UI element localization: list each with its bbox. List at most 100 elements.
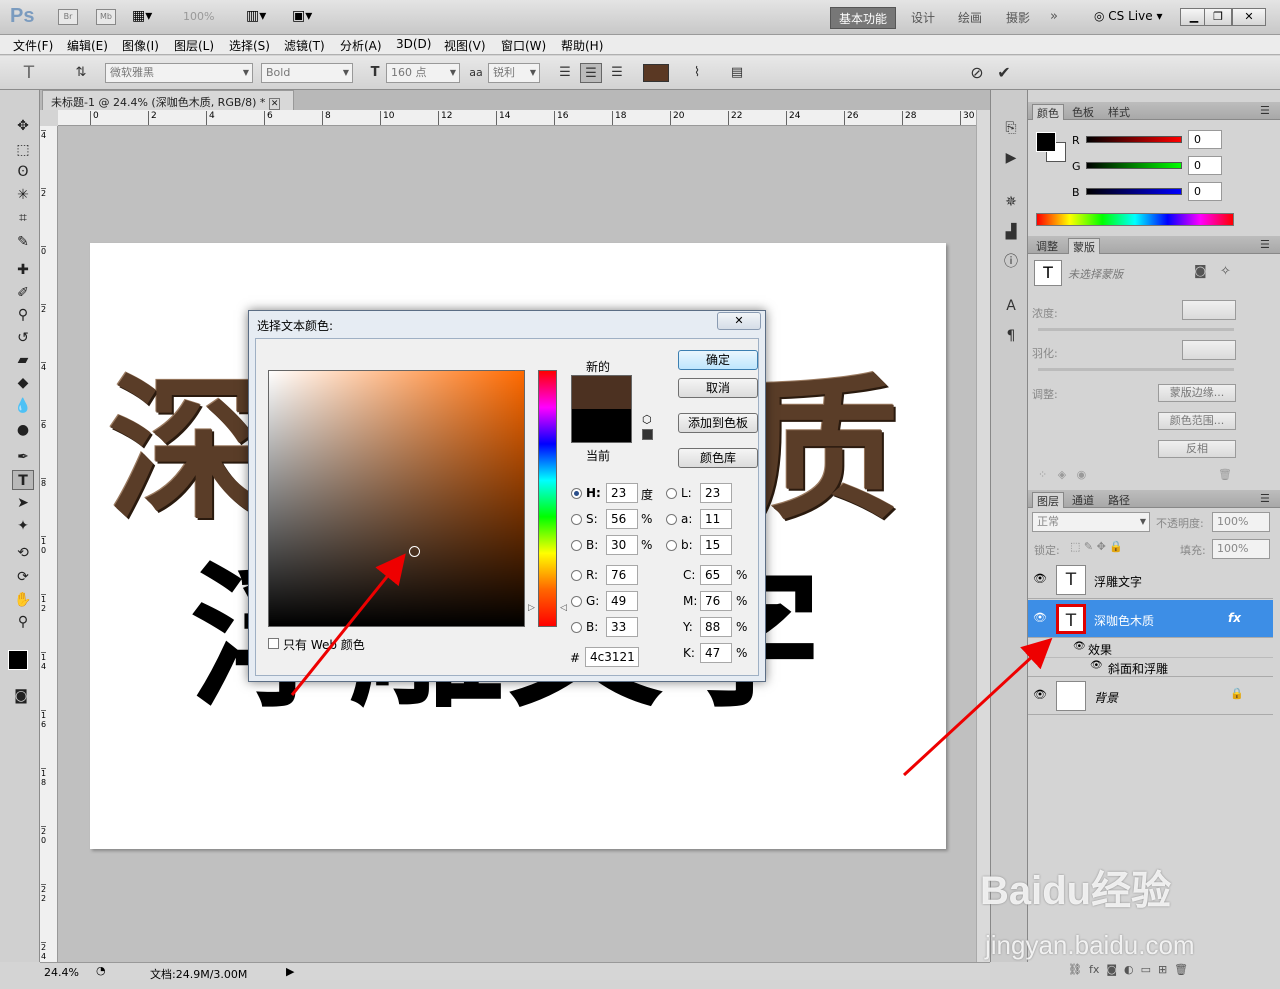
radio-saturation[interactable] — [571, 514, 582, 525]
zoom-level-select[interactable]: 100% — [183, 10, 214, 23]
mask-footer-icons[interactable]: ⁘ ◈ ◉ — [1038, 468, 1086, 481]
marquee-tool-icon[interactable]: ⬚ — [12, 140, 34, 160]
effect-row[interactable]: 👁 斜面和浮雕 — [1028, 658, 1273, 677]
menu-help[interactable]: 帮助(H) — [558, 37, 606, 54]
crop-tool-icon[interactable]: ⌗ — [12, 208, 34, 228]
workspace-painting[interactable]: 绘画 — [950, 7, 990, 29]
cyan-field[interactable]: 65 — [700, 565, 732, 585]
healing-brush-tool-icon[interactable]: ✚ — [12, 260, 34, 280]
cancel-button[interactable]: 取消 — [678, 378, 758, 398]
current-color-preview[interactable] — [571, 409, 632, 443]
pixel-mask-icon[interactable]: ◙ — [1194, 264, 1207, 279]
radio-lightness[interactable] — [666, 488, 677, 499]
character-panel-icon[interactable]: A — [1001, 296, 1021, 316]
move-tool-icon[interactable]: ✥ — [12, 116, 34, 136]
restore-button[interactable]: ❐ — [1204, 8, 1232, 26]
visibility-eye-icon[interactable]: 👁 — [1033, 688, 1047, 701]
align-center-icon[interactable]: ☰ — [580, 63, 602, 83]
b-field[interactable]: 15 — [700, 535, 732, 555]
blue-channel-field[interactable]: 0 — [1188, 182, 1222, 201]
histogram-panel-icon[interactable]: ▟ — [1001, 222, 1021, 242]
font-family-select[interactable]: 微软雅黑 ▼ — [105, 63, 253, 83]
text-color-swatch[interactable] — [643, 64, 669, 82]
tab-styles[interactable]: 样式 — [1104, 104, 1134, 120]
brightness-field[interactable]: 30 — [606, 535, 638, 555]
tab-paths[interactable]: 路径 — [1104, 492, 1134, 508]
status-icon[interactable]: ◔ — [96, 964, 106, 977]
blur-tool-icon[interactable]: 💧 — [12, 396, 34, 416]
zoom-field[interactable]: 24.4% — [44, 966, 79, 979]
3d-rotate-tool-icon[interactable]: ⟲ — [12, 543, 34, 563]
yellow-field[interactable]: 88 — [700, 617, 732, 637]
tab-masks[interactable]: 蒙版 — [1068, 238, 1100, 254]
layer-row-selected[interactable]: 👁 T 深咖色木质 fx — [1028, 600, 1273, 638]
tab-channels[interactable]: 通道 — [1068, 492, 1098, 508]
close-button[interactable]: ✕ — [1232, 8, 1266, 26]
workspace-photography[interactable]: 摄影 — [998, 7, 1038, 29]
status-menu-arrow-icon[interactable]: ▶ — [286, 965, 294, 978]
green-channel-slider[interactable] — [1086, 162, 1182, 169]
tab-swatches[interactable]: 色板 — [1068, 104, 1098, 120]
radio-a[interactable] — [666, 514, 677, 525]
radio-brightness[interactable] — [571, 540, 582, 551]
navigator-panel-icon[interactable]: ✵ — [1001, 192, 1021, 212]
more-workspaces-icon[interactable]: » — [1050, 9, 1058, 24]
red-channel-field[interactable]: 0 — [1188, 130, 1222, 149]
view-extras-icon[interactable]: ▦▾ — [132, 8, 152, 24]
layer-fx-icon[interactable]: fx — [1228, 611, 1241, 625]
font-size-select[interactable]: 160 点 ▼ — [386, 63, 460, 83]
black-field[interactable]: 47 — [700, 643, 732, 663]
magenta-field[interactable]: 76 — [700, 591, 732, 611]
menu-view[interactable]: 视图(V) — [441, 37, 489, 54]
tab-layers[interactable]: 图层 — [1032, 492, 1064, 508]
text-tool-preset-icon[interactable]: T — [18, 63, 40, 83]
radio-hue[interactable] — [571, 488, 582, 499]
font-style-select[interactable]: Bold ▼ — [261, 63, 353, 83]
blue-field[interactable]: 33 — [606, 617, 638, 637]
character-panel-icon[interactable]: ▤ — [726, 63, 748, 83]
menu-layer[interactable]: 图层(L) — [171, 37, 217, 54]
clone-stamp-tool-icon[interactable]: ⚲ — [12, 305, 34, 325]
ok-button[interactable]: 确定 — [678, 350, 758, 370]
commit-edit-icon[interactable]: ✔ — [993, 63, 1015, 83]
document-tab[interactable]: 未标题-1 @ 24.4% (深咖色木质, RGB/8) * ✕ — [42, 90, 294, 110]
hex-field[interactable]: 4c3121 — [585, 647, 639, 667]
align-right-icon[interactable]: ☰ — [606, 63, 628, 83]
red-channel-slider[interactable] — [1086, 136, 1182, 143]
magic-wand-tool-icon[interactable]: ✳ — [12, 185, 34, 205]
shape-tool-icon[interactable]: ✦ — [12, 516, 34, 536]
arrange-documents-icon[interactable]: ▥▾ — [246, 8, 266, 24]
close-tab-icon[interactable]: ✕ — [268, 98, 281, 110]
antialias-select[interactable]: 锐利 ▼ — [488, 63, 540, 83]
mask-edge-button[interactable]: 蒙版边缘... — [1158, 384, 1236, 402]
layers-footer-icons[interactable]: ⛓ fx ◙ ◐ ▭ ⊞ 🗑 — [1068, 963, 1188, 976]
color-libraries-button[interactable]: 颜色库 — [678, 448, 758, 468]
radio-b[interactable] — [666, 540, 677, 551]
actions-panel-icon[interactable]: ▶ — [1001, 148, 1021, 168]
radio-green[interactable] — [571, 596, 582, 607]
green-channel-field[interactable]: 0 — [1188, 156, 1222, 175]
invert-button[interactable]: 反相 — [1158, 440, 1236, 458]
hue-slider-left-handle[interactable]: ▷ — [528, 603, 535, 613]
blend-mode-select[interactable]: 正常 ▼ — [1032, 512, 1150, 532]
fill-field[interactable]: 100% — [1212, 539, 1270, 559]
gamut-warning-icon[interactable]: ⬡ — [642, 413, 652, 426]
feather-slider[interactable] — [1038, 368, 1234, 371]
feather-field[interactable] — [1182, 340, 1236, 360]
red-field[interactable]: 76 — [606, 565, 638, 585]
pen-tool-icon[interactable]: ✒ — [12, 447, 34, 467]
path-selection-tool-icon[interactable]: ➤ — [12, 493, 34, 513]
dialog-close-button[interactable]: ✕ — [717, 312, 761, 330]
color-field[interactable] — [268, 370, 525, 627]
dodge-tool-icon[interactable]: ● — [12, 420, 34, 440]
menu-file[interactable]: 文件(F) — [10, 37, 56, 54]
visibility-eye-icon[interactable]: 👁 — [1090, 660, 1103, 671]
menu-image[interactable]: 图像(I) — [119, 37, 162, 54]
hand-tool-icon[interactable]: ✋ — [12, 590, 34, 610]
visibility-eye-icon[interactable]: 👁 — [1033, 611, 1047, 624]
eyedropper-tool-icon[interactable]: ✎ — [12, 232, 34, 252]
quick-mask-icon[interactable]: ◙ — [10, 686, 32, 706]
density-field[interactable] — [1182, 300, 1236, 320]
green-field[interactable]: 49 — [606, 591, 638, 611]
color-spectrum-bar[interactable] — [1036, 213, 1234, 226]
